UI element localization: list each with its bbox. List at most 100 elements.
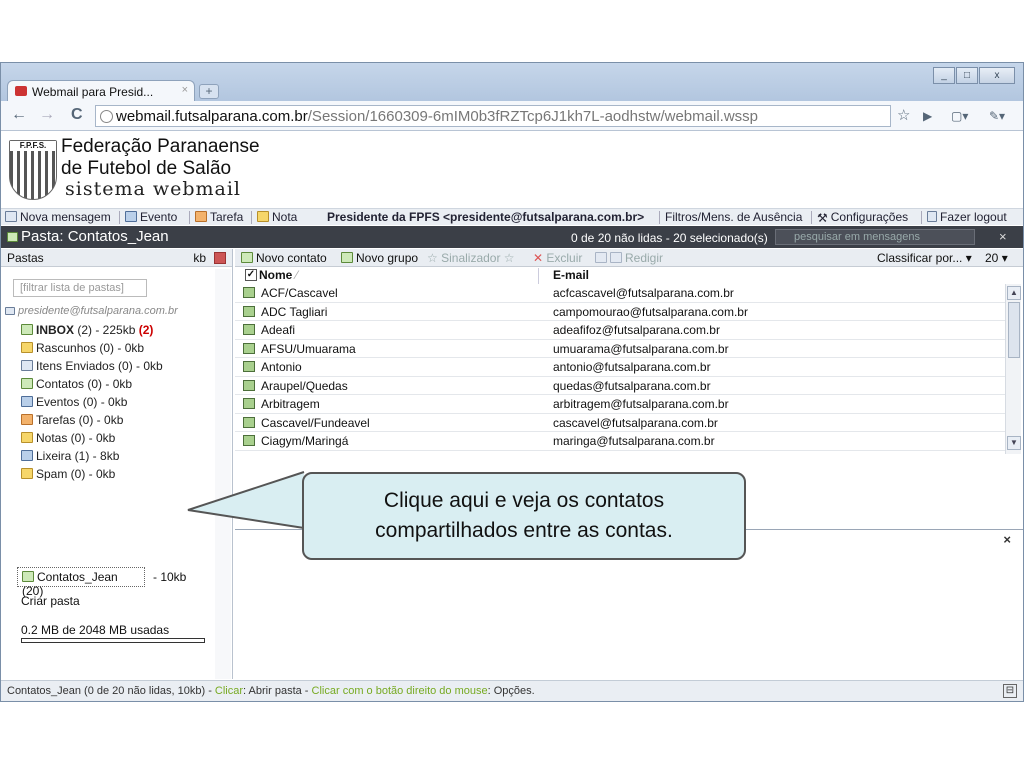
tab-close-icon[interactable]: ×	[182, 84, 188, 96]
name-column-header[interactable]: ✓ Nome ⁄	[243, 268, 539, 284]
contacts-folder-icon	[7, 232, 18, 242]
search-placeholder: pesquisar em mensagens	[794, 231, 920, 243]
folder-tasks[interactable]: Tarefas (0) - 0kb	[21, 413, 123, 427]
divider	[189, 211, 190, 224]
event-button[interactable]: Evento	[125, 210, 177, 224]
sidebar-header: Pastas kb	[1, 249, 232, 267]
table-row[interactable]: Cascavel/Fundeavel cascavel@futsalparana.…	[235, 414, 1007, 432]
folder-inbox[interactable]: INBOX (2) - 225kb (2)	[21, 323, 153, 337]
table-row[interactable]: Arbitragem arbitragem@futsalparana.com.br	[235, 395, 1007, 414]
contact-card-icon	[243, 324, 255, 335]
table-row[interactable]: Antonio antonio@futsalparana.com.br	[235, 358, 1007, 377]
notes-icon	[21, 432, 33, 443]
tasks-label: Tarefas (0) - 0kb	[36, 413, 124, 427]
table-row[interactable]: ACF/Cascavel acfcascavel@futsalparana.com…	[235, 284, 1007, 303]
url-path: /Session/1660309-6mIM0b3fRZTcp6J1kh7L-ao…	[307, 108, 758, 125]
contact-card-icon	[243, 342, 255, 354]
note-button[interactable]: Nota	[257, 210, 297, 224]
select-all-checkbox[interactable]: ✓	[245, 269, 257, 281]
back-icon[interactable]: ←	[11, 106, 27, 124]
scroll-down-icon[interactable]: ▼	[1007, 436, 1021, 450]
search-input[interactable]: pesquisar em mensagens	[775, 229, 975, 245]
maximize-button[interactable]: □	[956, 67, 978, 84]
account-label: presidente@futsalparana.com.br	[18, 305, 178, 317]
close-preview-icon[interactable]: ×	[1003, 532, 1011, 547]
spam-icon	[21, 468, 33, 479]
reload-icon[interactable]: C	[71, 106, 83, 124]
contact-name: ACF/Cascavel	[261, 286, 338, 300]
table-scrollbar[interactable]: ▲ ▼	[1005, 284, 1021, 454]
table-row[interactable]: ADC Tagliari campomourao@futsalparana.com…	[235, 303, 1007, 321]
address-bar[interactable]: webmail.futsalparana.com.br/Session/1660…	[95, 105, 891, 127]
play-icon[interactable]: ▶	[923, 109, 932, 123]
sent-icon	[21, 360, 33, 371]
new-group-button[interactable]: Novo grupo	[341, 251, 418, 265]
page-size-dropdown[interactable]: 20 ▾	[985, 251, 1008, 265]
contact-card-icon	[243, 379, 255, 391]
status-bar: Contatos_Jean (0 de 20 não lidas, 10kb) …	[1, 680, 1023, 701]
close-folder-icon[interactable]: ×	[999, 229, 1007, 244]
sidebar-header-title: Pastas	[7, 251, 44, 265]
contacts-label: Contatos (0) - 0kb	[36, 377, 133, 391]
tutorial-callout: Clique aqui e veja os contatos compartil…	[302, 472, 746, 560]
table-row[interactable]: Araupel/Quedas quedas@futsalparana.com.br	[235, 377, 1007, 395]
contact-card-icon	[243, 361, 255, 372]
page-menu-icon[interactable]: ▢▾	[951, 109, 968, 123]
new-tab-button[interactable]: +	[199, 84, 219, 99]
new-message-button[interactable]: Nova mensagem	[5, 210, 111, 224]
kb-toggle[interactable]: kb	[193, 251, 206, 265]
folder-tools-icon[interactable]	[214, 252, 226, 264]
trash-icon	[21, 450, 33, 461]
folder-events[interactable]: Eventos (0) - 0kb	[21, 395, 127, 409]
browser-tab[interactable]: Webmail para Presid... ×	[7, 80, 195, 102]
settings-button[interactable]: ⚒ Configurações	[817, 210, 908, 225]
folder-trash[interactable]: Lixeira (1) - 8kb	[21, 449, 119, 463]
sort-dropdown[interactable]: Classificar por... ▾	[877, 251, 972, 265]
message-counter: 0 de 20 não lidas - 20 selecionado(s)	[571, 231, 768, 245]
contact-card-icon	[241, 252, 253, 263]
shared-folder-contatos-jean[interactable]: Contatos_Jean (20)	[17, 567, 145, 598]
scroll-up-icon[interactable]: ▲	[1007, 286, 1021, 300]
delete-button[interactable]: ✕ Excluir	[533, 251, 582, 265]
flag-button[interactable]: ☆ Sinalizador ☆	[427, 251, 515, 265]
close-window-button[interactable]: x	[979, 67, 1015, 84]
table-row[interactable]: Adeafi adeafifoz@futsalparana.com.br	[235, 321, 1007, 340]
account-node[interactable]: presidente@futsalparana.com.br	[5, 305, 178, 317]
logout-button[interactable]: Fazer logout	[927, 210, 1007, 224]
star-icon: ☆	[427, 251, 442, 265]
folder-drafts[interactable]: Rascunhos (0) - 0kb	[21, 341, 144, 355]
name-column-label: Nome	[259, 268, 293, 282]
contact-name: Araupel/Quedas	[261, 378, 348, 393]
tasks-icon	[21, 414, 33, 425]
folder-sent[interactable]: Itens Enviados (0) - 0kb	[21, 359, 163, 373]
events-label: Eventos (0) - 0kb	[36, 395, 128, 409]
table-row[interactable]: AFSU/Umuarama umuarama@futsalparana.com.b…	[235, 340, 1007, 358]
task-icon	[195, 211, 207, 222]
contact-name: Adeafi	[261, 323, 296, 337]
logo-banner: F.P.F.S. Federação Paranaense de Futebol…	[1, 132, 1023, 208]
compose-icon	[610, 252, 622, 263]
scroll-thumb[interactable]	[1008, 302, 1020, 358]
filters-link[interactable]: Filtros/Mens. de Ausência	[665, 210, 802, 224]
compose-button[interactable]: Redigir	[595, 251, 663, 265]
folder-contacts[interactable]: Contatos (0) - 0kb	[21, 377, 132, 391]
folder-filter-input[interactable]: [filtrar lista de pastas]	[13, 279, 147, 297]
bookmark-star-icon[interactable]: ☆	[897, 106, 910, 124]
layout-toggle-icon[interactable]: ⊟	[1003, 684, 1017, 698]
mail-favicon-icon	[15, 86, 27, 96]
task-button[interactable]: Tarefa	[195, 210, 243, 224]
wrench-menu-icon[interactable]: ✎▾	[989, 109, 1005, 123]
current-user: Presidente da FPFS <presidente@futsalpar…	[327, 210, 645, 224]
folder-notes[interactable]: Notas (0) - 0kb	[21, 431, 115, 445]
contact-email: maringa@futsalparana.com.br	[553, 434, 715, 448]
table-row[interactable]: Ciagym/Maringá maringa@futsalparana.com.b…	[235, 432, 1007, 451]
create-folder-link[interactable]: Criar pasta	[21, 594, 80, 608]
minimize-button[interactable]: _	[933, 67, 955, 84]
events-icon	[21, 396, 33, 407]
email-column-header[interactable]: E-mail	[553, 268, 589, 282]
tools-icon: ⚒	[817, 211, 828, 225]
forward-icon[interactable]: →	[39, 106, 55, 124]
inbox-icon	[21, 324, 33, 335]
new-contact-button[interactable]: Novo contato	[241, 251, 327, 265]
folder-spam[interactable]: Spam (0) - 0kb	[21, 467, 115, 481]
